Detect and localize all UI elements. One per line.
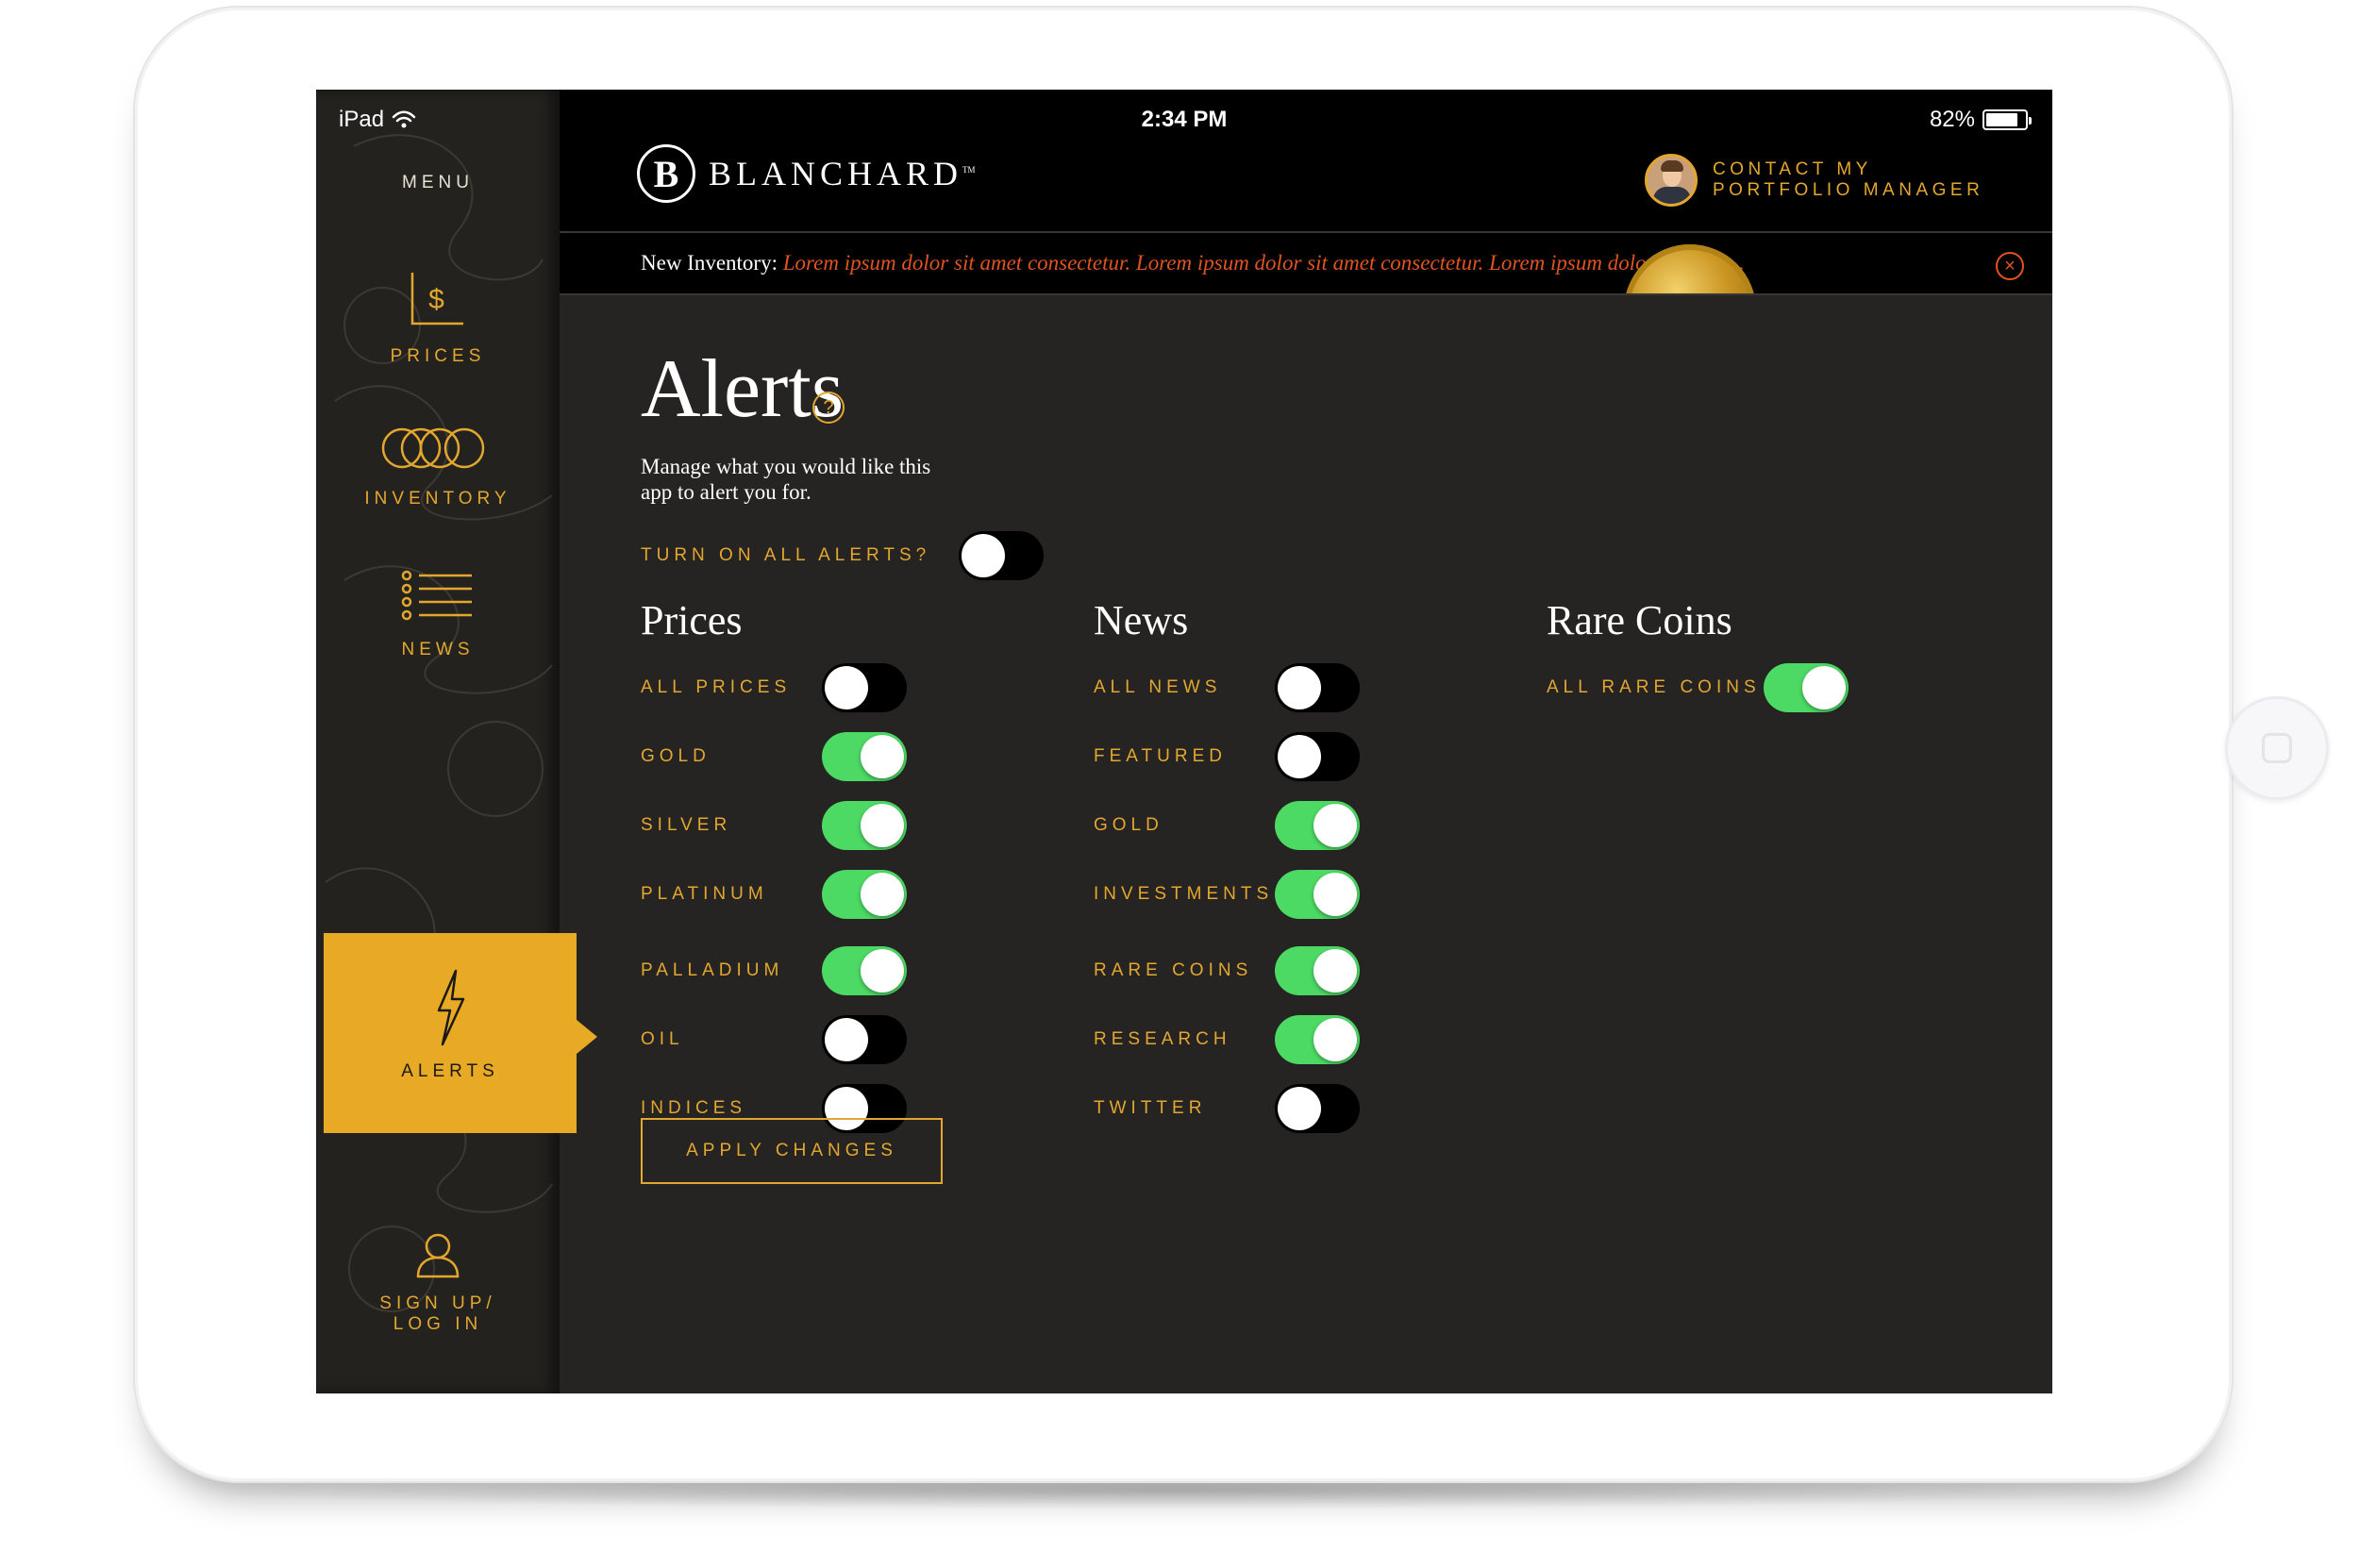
lightning-icon [437,969,465,1046]
alert-label: ALL NEWS [1094,677,1222,697]
alert-row: SILVER [641,801,924,850]
sidebar-item-sign-up[interactable]: SIGN UP/ LOG IN [316,1231,560,1335]
alert-toggle[interactable] [1275,801,1360,850]
alert-label: ALL PRICES [641,677,792,697]
battery-icon [1983,109,2032,130]
dollar-chart-icon: $ [410,273,463,325]
alert-label: ALL RARE COINS [1547,677,1761,697]
alert-row: PALLADIUM [641,946,924,995]
page-title: Alerts [641,343,845,435]
sidebar-item-alerts[interactable]: ALERTS [324,933,597,1133]
list-icon [401,570,472,621]
sidebar-item-news[interactable]: NEWS [316,568,560,660]
app-screen: MENU $ PRICES INVENTORY NEWS ALERTS SIGN… [316,90,2052,1393]
alert-row: ALL NEWS [1094,663,1377,712]
column-title: Prices [641,597,743,643]
sidebar-item-label: NEWS [401,640,475,659]
sidebar-item-label: LOG IN [393,1314,483,1334]
alert-row: GOLD [1094,801,1377,850]
alert-row: RARE COINS [1094,946,1377,995]
sidebar-item-prices[interactable]: $ PRICES [316,269,560,367]
page-description: Manage what you would like this app to a… [641,455,931,504]
alert-label: GOLD [1094,815,1163,835]
alert-toggle[interactable] [1275,732,1360,781]
logo-text: BLANCHARDTM [709,155,976,192]
alert-row: TWITTER [1094,1084,1377,1133]
column-title: News [1094,597,1189,643]
alert-label: GOLD [641,746,711,766]
alert-row: INVESTMENTS [1094,870,1377,919]
contact-label: CONTACT MY PORTFOLIO MANAGER [1713,159,1984,200]
prices-column: Prices ALL PRICES GOLD SILVER PLATINUM PALLA… [641,597,1037,1133]
alert-label: TWITTER [1094,1098,1207,1118]
alert-row: ALL RARE COINS [1547,663,1849,712]
alert-row: GOLD [641,732,924,781]
user-icon [416,1233,460,1278]
alert-row: PLATINUM [641,870,924,919]
alert-label: INVESTMENTS [1094,884,1274,904]
alert-label: INDICES [641,1098,747,1118]
alert-label: RARE COINS [1094,960,1253,980]
sidebar-item-label: PRICES [390,346,486,366]
home-button[interactable] [2225,696,2329,800]
alerts-content: Alerts ? Manage what you would like this… [560,295,2052,1393]
sidebar-item-label: SIGN UP/ [379,1293,496,1313]
logo-mark: B [637,144,695,203]
alert-row: RESEARCH [1094,1015,1377,1064]
sidebar-item-label: ALERTS [401,1061,499,1081]
alert-row: OIL [641,1015,924,1064]
all-alerts-toggle[interactable] [959,531,1045,580]
alert-label: FEATURED [1094,746,1227,766]
rare-coins-column: Rare Coins ALL RARE COINS [1547,597,1943,712]
alert-toggle[interactable] [822,663,907,712]
alert-label: OIL [641,1029,684,1049]
contact-portfolio-manager-button[interactable]: CONTACT MY PORTFOLIO MANAGER [1645,154,1996,207]
alert-toggle[interactable] [822,1015,907,1064]
alert-label: PLATINUM [641,884,768,904]
inventory-ticker: New Inventory: Lorem ipsum dolor sit ame… [560,231,2052,295]
alert-toggle[interactable] [822,946,907,995]
alert-toggle[interactable] [1275,1015,1360,1064]
alert-toggle[interactable] [822,870,907,919]
alert-row: FEATURED [1094,732,1377,781]
status-bar: iPad 2:34 PM 82% [316,90,2052,132]
news-column: News ALL NEWS FEATURED GOLD INVESTMENTS RARE… [1094,597,1490,1133]
status-time: 2:34 PM [1141,107,1228,132]
close-icon[interactable]: × [1996,252,2024,280]
avatar [1645,154,1698,207]
blanchard-logo[interactable]: B BLANCHARDTM [637,144,976,203]
ticker-text: New Inventory: Lorem ipsum dolor sit ame… [641,251,1745,275]
alert-toggle[interactable] [1275,1084,1360,1133]
alert-toggle[interactable] [822,732,907,781]
alert-toggle[interactable] [822,801,907,850]
alert-toggle[interactable] [1275,946,1360,995]
sidebar-item-label: INVENTORY [364,489,511,509]
apply-changes-button[interactable]: APPLY CHANGES [641,1118,943,1184]
ticker-message[interactable]: Lorem ipsum dolor sit amet consectetur. … [783,251,1745,275]
all-alerts-row: TURN ON ALL ALERTS? [641,531,1045,580]
all-alerts-label: TURN ON ALL ALERTS? [641,545,931,565]
sidebar: MENU $ PRICES INVENTORY NEWS ALERTS SIGN… [316,90,597,1393]
alert-label: PALLADIUM [641,960,784,980]
help-icon[interactable]: ? [812,392,845,424]
column-title: Rare Coins [1547,597,1732,643]
alert-toggle[interactable] [1764,663,1849,712]
status-right: 82% [1929,107,2032,133]
svg-text:$: $ [428,284,449,315]
alert-label: RESEARCH [1094,1029,1231,1049]
alert-toggle[interactable] [1275,663,1360,712]
sidebar-item-inventory[interactable]: INVENTORY [316,423,560,509]
alert-row: ALL PRICES [641,663,924,712]
ticker-prefix: New Inventory: [641,251,778,275]
alert-label: SILVER [641,815,732,835]
alert-toggle[interactable] [1275,870,1360,919]
coins-icon [381,427,485,469]
menu-label: MENU [402,173,474,192]
battery-percent: 82% [1929,107,1975,132]
